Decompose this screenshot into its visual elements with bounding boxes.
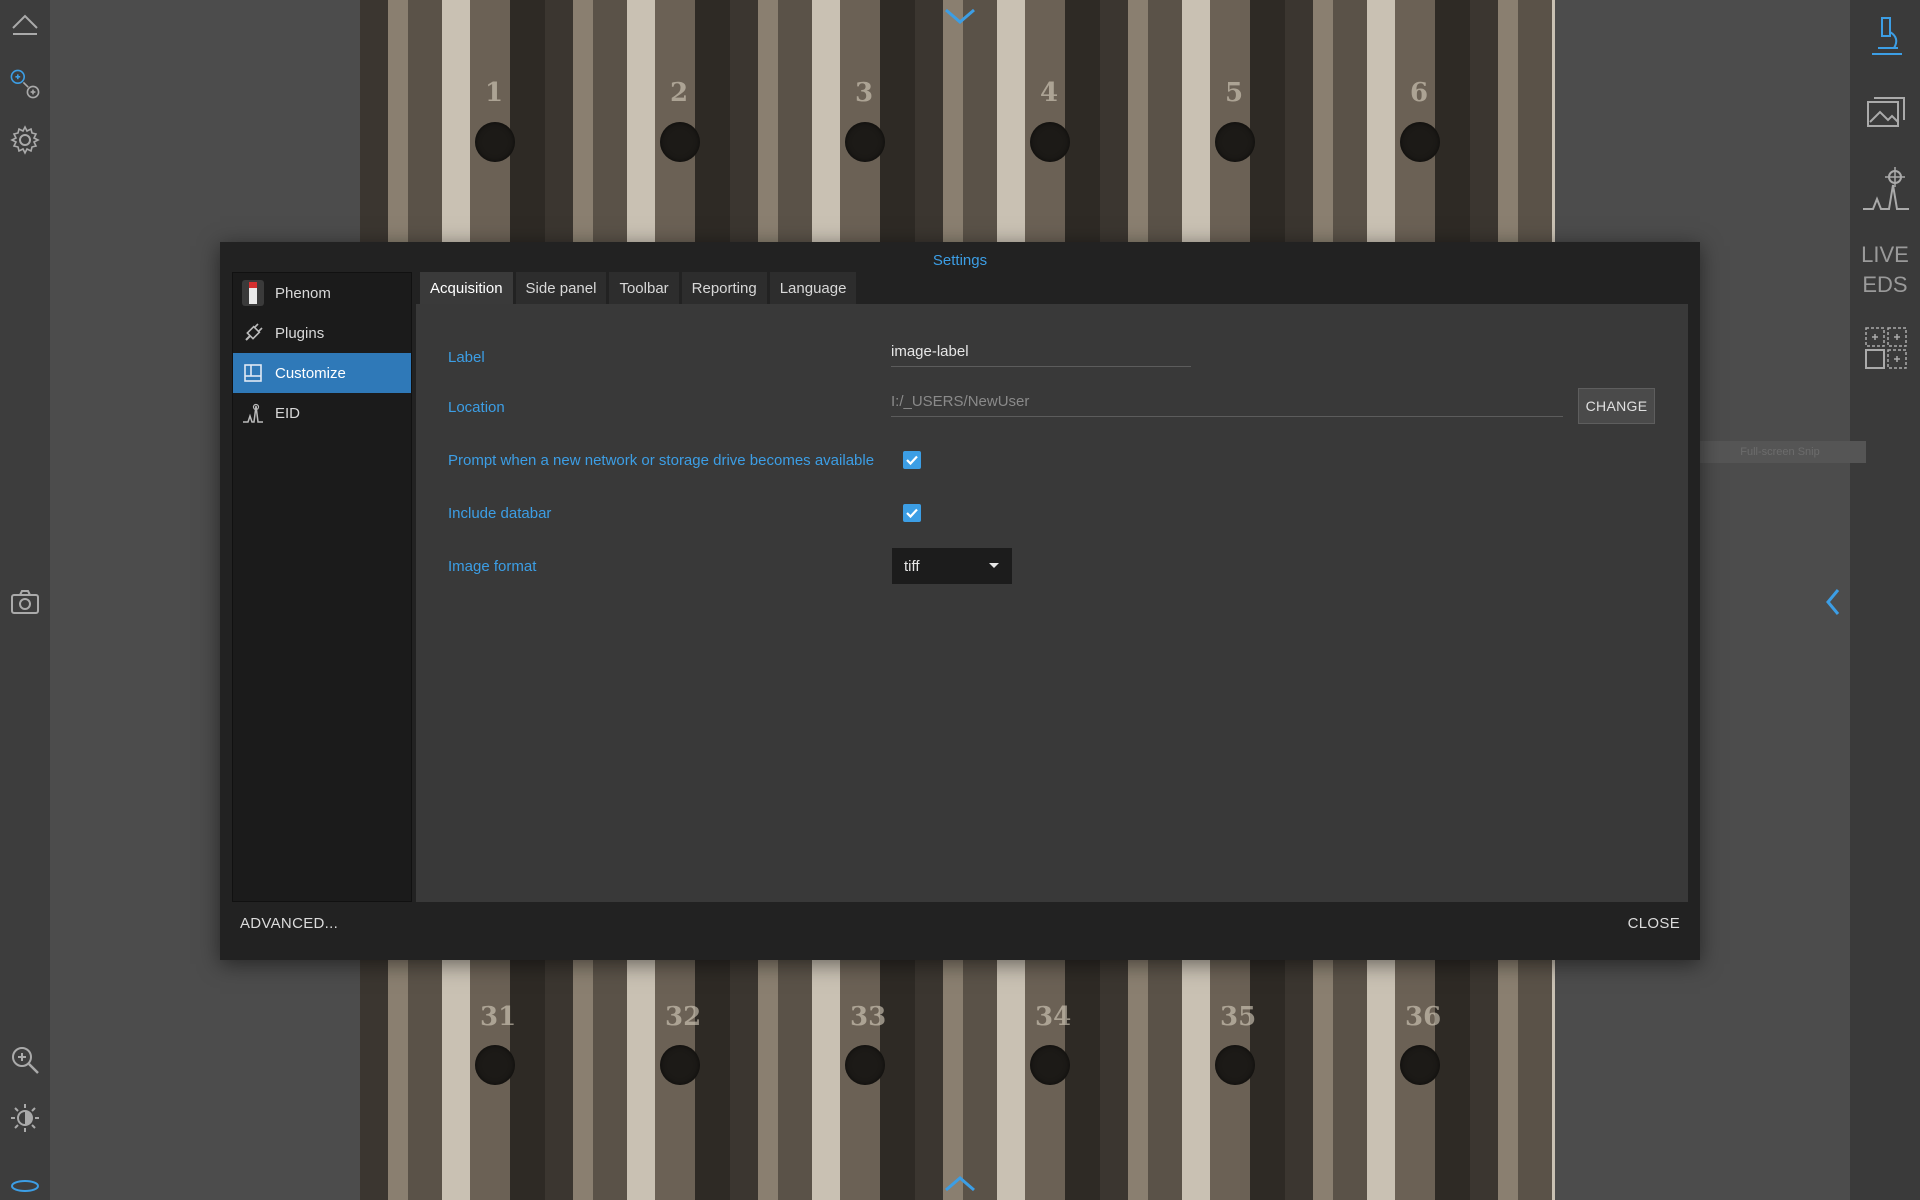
prompt-drive-row: Prompt when a new network or storage dri… [448,440,874,480]
sample-number: 31 [480,1002,517,1032]
settings-tabs: Acquisition Side panel Toolbar Reporting… [420,272,857,304]
image-format-wrap: tiff [892,548,1012,584]
nav-item-label: Customize [275,364,346,382]
spectrum-target-icon[interactable] [1860,164,1912,216]
sample-number: 36 [1405,1002,1442,1032]
sample-number: 6 [1410,78,1429,108]
nav-item-label: EID [275,404,301,422]
chevron-left-icon[interactable] [1822,586,1844,623]
include-databar-row: Include databar [448,493,551,533]
sample-number: 35 [1220,1002,1257,1032]
gallery-icon[interactable] [1860,86,1912,138]
caret-down-icon [989,563,999,568]
nav-item-customize[interactable]: Customize [233,353,411,393]
acquisition-panel: Label Location CHANGE Prompt when a new … [416,304,1688,902]
sample-hole [845,122,885,162]
live-eds-line2: EDS [1862,272,1908,297]
chevron-down-icon[interactable] [942,4,978,33]
sample-hole [1400,1045,1440,1085]
settings-dialog: Settings Phenom Plugins Customize EID Ac… [220,242,1700,960]
left-toolbar [0,0,50,1200]
spectrum-icon [239,399,267,427]
advanced-button[interactable]: ADVANCED... [240,908,338,938]
prompt-drive-checkbox-wrap [903,451,921,469]
sample-number: 5 [1225,78,1244,108]
location-field-wrap [891,387,1563,417]
live-eds-button[interactable]: LIVE EDS [1856,240,1914,300]
sample-hole [1215,122,1255,162]
nav-item-phenom[interactable]: Phenom [233,273,411,313]
live-eds-line1: LIVE [1861,242,1909,267]
tab-language[interactable]: Language [769,272,857,304]
eject-icon[interactable] [5,4,45,44]
tab-acquisition[interactable]: Acquisition [420,272,513,304]
sample-number: 2 [670,78,689,108]
microscope-icon[interactable] [1860,10,1912,62]
right-toolbar: LIVE EDS [1850,0,1920,1200]
include-databar-label: Include databar [448,504,552,522]
location-row: Location [448,387,505,427]
include-databar-checkbox-wrap [903,504,921,522]
tab-toolbar[interactable]: Toolbar [609,272,679,304]
label-field-label: Label [448,348,485,366]
chevron-up-icon[interactable] [942,1172,978,1200]
sample-number: 3 [855,78,874,108]
camera-icon[interactable] [5,582,45,622]
label-field-wrap [891,337,1191,367]
sample-number: 33 [850,1002,887,1032]
zoom-in-icon[interactable] [5,1040,45,1080]
grid-layout-icon[interactable] [1860,322,1912,374]
location-field-label: Location [448,398,505,416]
sample-hole [1030,1045,1070,1085]
sample-number: 32 [665,1002,702,1032]
checkmark-icon [906,455,918,466]
label-row: Label [448,337,485,377]
sample-hole [660,1045,700,1085]
image-format-value: tiff [904,557,920,575]
nav-item-label: Phenom [275,284,331,302]
add-sample-icon[interactable] [5,64,45,104]
layout-icon [239,359,267,387]
tab-reporting[interactable]: Reporting [681,272,767,304]
image-format-select[interactable]: tiff [892,548,1012,584]
settings-nav: Phenom Plugins Customize EID [232,272,412,902]
include-databar-checkbox[interactable] [903,504,921,522]
brightness-icon[interactable] [5,1098,45,1138]
sample-number: 4 [1040,78,1059,108]
sample-image-top[interactable]: 1 2 3 4 5 6 [360,0,1555,242]
tab-side-panel[interactable]: Side panel [515,272,607,304]
sample-hole [845,1045,885,1085]
image-label-input[interactable] [891,337,1191,367]
checkmark-icon [906,508,918,519]
sample-number: 1 [485,78,504,108]
nav-item-eid[interactable]: EID [233,393,411,433]
tooltip: Full-screen Snip [1694,441,1866,463]
sample-hole [1215,1045,1255,1085]
dialog-title: Settings [932,252,988,269]
image-format-row: Image format [448,546,536,586]
location-input[interactable] [891,387,1563,417]
sample-number: 34 [1035,1002,1072,1032]
gear-icon[interactable] [5,120,45,160]
prompt-drive-checkbox[interactable] [903,451,921,469]
image-format-label: Image format [448,557,537,575]
nav-item-label: Plugins [275,324,325,342]
sample-image-bottom[interactable]: 31 32 33 34 35 36 [360,960,1555,1200]
sample-hole [660,122,700,162]
plug-icon [239,319,267,347]
close-button[interactable]: CLOSE [1628,908,1680,938]
change-location-button[interactable]: CHANGE [1578,388,1655,424]
sample-hole [1400,122,1440,162]
app-root: 1 2 3 4 5 6 31 32 33 34 35 36 LIVE EDS F… [0,0,1920,1200]
sample-hole [475,1045,515,1085]
sample-hole [1030,122,1070,162]
sample-hole [475,122,515,162]
prompt-drive-label: Prompt when a new network or storage dri… [448,451,875,469]
nav-item-plugins[interactable]: Plugins [233,313,411,353]
phenom-device-icon [239,279,267,307]
view-mode-icon[interactable] [5,1166,45,1200]
